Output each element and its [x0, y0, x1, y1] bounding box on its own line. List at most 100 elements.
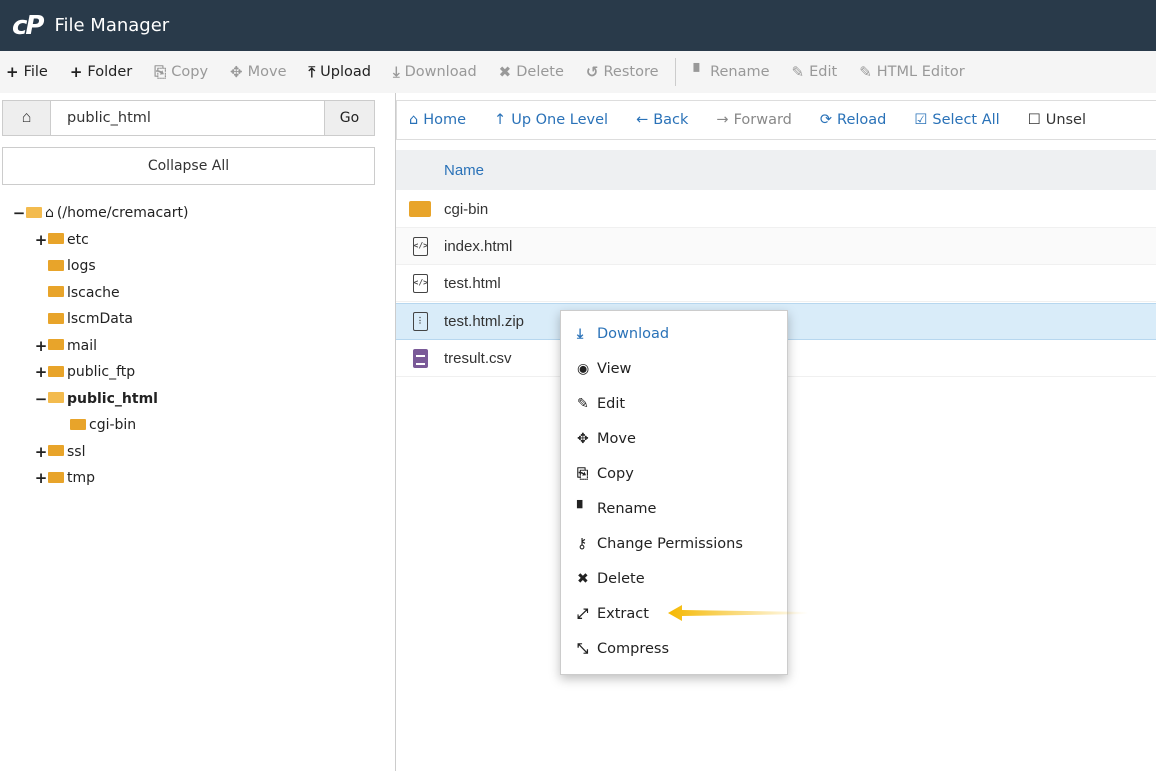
- home-icon[interactable]: ⌂: [3, 101, 51, 135]
- delete-button[interactable]: ✖ Delete: [499, 63, 564, 81]
- tree-item-public-ftp[interactable]: + public_ftp: [12, 359, 188, 386]
- tree-item-home[interactable]: − ⌂ (/home/cremacart): [12, 200, 189, 227]
- menu-item-view[interactable]: ◉ View: [561, 351, 787, 386]
- menu-item-copy[interactable]: ⎘ Copy: [561, 456, 787, 491]
- menu-item-edit[interactable]: ✎ Edit: [561, 386, 787, 421]
- select-all-button[interactable]: ☑ Select All: [914, 112, 999, 128]
- move-icon: ✥: [577, 430, 589, 447]
- path-input[interactable]: [51, 101, 324, 135]
- folder-icon: [48, 445, 64, 457]
- file-name: cgi-bin: [444, 200, 489, 218]
- rename-button[interactable]: ▘ Rename: [694, 63, 770, 81]
- file-row[interactable]: </> index.html: [396, 228, 1156, 265]
- tree-item-mail[interactable]: + mail: [12, 333, 188, 360]
- pencil-icon: ✎: [791, 63, 805, 81]
- expand-toggle[interactable]: +: [34, 469, 48, 487]
- tree-item-logs[interactable]: logs: [12, 253, 188, 280]
- navigation-bar: ⌂ Home ↑ Up One Level ← Back → Forward ⟳ Relo…: [396, 100, 1156, 140]
- up-one-level-button[interactable]: ↑ Up One Level: [494, 112, 608, 128]
- new-folder-button[interactable]: + Folder: [70, 63, 132, 81]
- tree-item-cgi-bin[interactable]: cgi-bin: [12, 412, 188, 439]
- copy-icon: ⎘: [577, 465, 589, 482]
- file-row[interactable]: </> test.html: [396, 265, 1156, 302]
- home-icon: ⌂: [409, 112, 419, 128]
- csv-file-icon: [412, 348, 428, 368]
- pencil-icon: ✎: [577, 395, 589, 412]
- checkbox-empty-icon: ☐: [1027, 112, 1041, 128]
- folder-icon: [48, 365, 64, 377]
- file-icon: ▘: [693, 63, 706, 81]
- tree-item-ssl[interactable]: + ssl: [12, 439, 188, 466]
- html-editor-button[interactable]: ✎ HTML Editor: [859, 63, 964, 81]
- app-header: cP File Manager: [0, 0, 1156, 51]
- menu-item-compress[interactable]: ⤡ Compress: [561, 631, 787, 666]
- folder-open-icon: [48, 392, 64, 404]
- file-name: test.html.zip: [444, 313, 525, 330]
- home-button[interactable]: ⌂ Home: [409, 112, 466, 128]
- unselect-all-button[interactable]: ☐ Unsel: [1028, 112, 1086, 128]
- app-title: File Manager: [54, 15, 170, 36]
- copy-button[interactable]: ⎘ Copy: [154, 63, 208, 81]
- edit-button[interactable]: ✎ Edit: [792, 63, 838, 81]
- download-icon: ⤓: [392, 63, 400, 81]
- go-button[interactable]: Go: [324, 101, 374, 135]
- move-button[interactable]: ✥ Move: [230, 63, 286, 81]
- restore-button[interactable]: ↺ Restore: [586, 63, 659, 81]
- arrow-left-icon: ←: [636, 112, 649, 128]
- file-row[interactable]: cgi-bin: [396, 191, 1156, 228]
- expand-toggle[interactable]: +: [34, 231, 48, 249]
- folder-icon: [48, 339, 64, 351]
- edit-square-icon: ✎: [859, 63, 872, 81]
- folder-icon: [48, 471, 64, 483]
- delete-icon: ✖: [498, 63, 512, 81]
- menu-item-delete[interactable]: ✖ Delete: [561, 561, 787, 596]
- tree-item-public-html[interactable]: − public_html: [12, 386, 188, 413]
- folder-icon: [48, 233, 64, 245]
- folder-icon: [409, 201, 431, 217]
- tree-item-lscmdata[interactable]: lscmData: [12, 306, 188, 333]
- file-name: index.html: [444, 237, 513, 255]
- toolbar-divider: [674, 58, 676, 86]
- key-icon: ⚷: [577, 535, 588, 552]
- move-icon: ✥: [230, 63, 243, 81]
- menu-item-download[interactable]: ⤓ Download: [561, 316, 787, 351]
- forward-button[interactable]: → Forward: [716, 112, 791, 128]
- delete-icon: ✖: [577, 570, 589, 587]
- tree-item-lscache[interactable]: lscache: [12, 280, 188, 307]
- download-button[interactable]: ⤓ Download: [393, 63, 477, 81]
- copy-icon: ⎘: [154, 63, 167, 81]
- column-header-name[interactable]: Name: [396, 150, 1156, 190]
- expand-toggle[interactable]: +: [34, 337, 48, 355]
- html-file-icon: </>: [412, 236, 428, 256]
- menu-item-rename[interactable]: ▘ Rename: [561, 491, 787, 526]
- upload-button[interactable]: ⤒ Upload: [309, 63, 371, 81]
- compress-icon: ⤡: [577, 640, 589, 657]
- folder-icon: [70, 418, 86, 430]
- back-button[interactable]: ← Back: [636, 112, 688, 128]
- collapse-toggle[interactable]: −: [34, 390, 48, 408]
- new-file-button[interactable]: + File: [6, 63, 48, 81]
- arrow-up-icon: ↑: [494, 112, 507, 128]
- expand-toggle[interactable]: +: [34, 443, 48, 461]
- expand-icon: ⤢: [577, 605, 589, 622]
- reload-icon: ⟳: [819, 112, 833, 128]
- collapse-all-button[interactable]: Collapse All: [2, 147, 375, 185]
- plus-icon: +: [69, 63, 83, 81]
- checkbox-checked-icon: ☑: [914, 112, 928, 128]
- expand-toggle[interactable]: +: [34, 363, 48, 381]
- reload-button[interactable]: ⟳ Reload: [820, 112, 887, 128]
- menu-item-move[interactable]: ✥ Move: [561, 421, 787, 456]
- tree-item-etc[interactable]: + etc: [12, 227, 188, 254]
- directory-tree: − ⌂ (/home/cremacart) + etc logs lscache…: [12, 200, 189, 492]
- path-bar: ⌂ Go: [2, 100, 375, 136]
- folder-icon: [48, 312, 64, 324]
- upload-icon: ⤒: [308, 63, 316, 81]
- file-name: test.html: [444, 274, 501, 292]
- home-icon: ⌂: [45, 205, 54, 222]
- zip-file-icon: ⋮: [412, 312, 428, 331]
- plus-icon: +: [6, 63, 19, 81]
- collapse-toggle[interactable]: −: [12, 204, 26, 222]
- tree-item-tmp[interactable]: + tmp: [12, 465, 188, 492]
- cpanel-logo[interactable]: cP: [12, 11, 45, 41]
- menu-item-change-permissions[interactable]: ⚷ Change Permissions: [561, 526, 787, 561]
